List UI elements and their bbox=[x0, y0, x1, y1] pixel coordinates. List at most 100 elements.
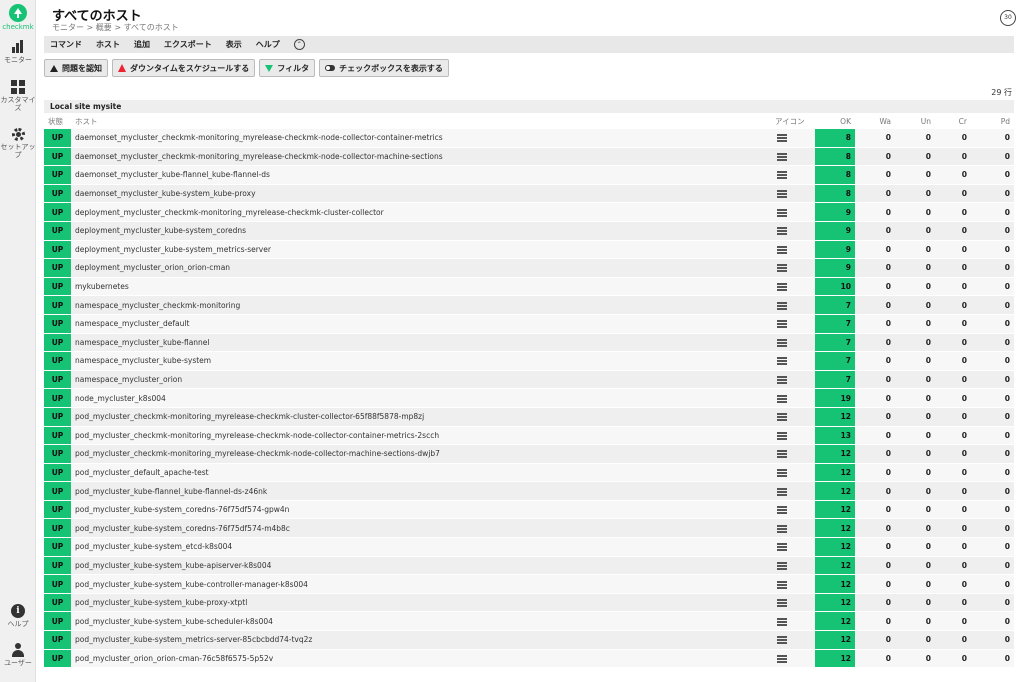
ok-count[interactable]: 13 bbox=[815, 426, 855, 446]
menu-export[interactable]: エクスポート bbox=[164, 39, 212, 50]
host-name-link[interactable]: namespace_mycluster_default bbox=[71, 314, 771, 334]
critical-count[interactable]: 0 bbox=[935, 240, 971, 260]
unknown-count[interactable]: 0 bbox=[895, 221, 935, 241]
warn-count[interactable]: 0 bbox=[855, 407, 895, 427]
ok-count[interactable]: 12 bbox=[815, 649, 855, 669]
host-name-link[interactable]: pod_mycluster_kube-system_kube-proxy-xtp… bbox=[71, 593, 771, 613]
host-name-link[interactable]: pod_mycluster_kube-system_metrics-server… bbox=[71, 631, 771, 650]
critical-count[interactable]: 0 bbox=[935, 129, 971, 148]
table-row[interactable]: UP deployment_mycluster_kube-system_cored… bbox=[44, 221, 1014, 241]
warn-count[interactable]: 0 bbox=[855, 184, 895, 204]
table-row[interactable]: UP deployment_mycluster_checkmk-monitorin… bbox=[44, 203, 1014, 222]
schedule-downtime-button[interactable]: ダウンタイムをスケジュールする bbox=[112, 59, 256, 77]
table-row[interactable]: UP pod_mycluster_kube-system_kube-schedul… bbox=[44, 612, 1014, 632]
column-header-wa[interactable]: Wa bbox=[855, 113, 895, 129]
column-header-ok[interactable]: OK bbox=[815, 113, 855, 129]
table-row[interactable]: UP mykubernetes 10 0 0 0 0 bbox=[44, 277, 1014, 297]
host-name-link[interactable]: pod_mycluster_orion_orion-cman-76c58f657… bbox=[71, 649, 771, 669]
warn-count[interactable]: 0 bbox=[855, 221, 895, 241]
hamburger-menu-icon[interactable] bbox=[777, 543, 787, 552]
unknown-count[interactable]: 0 bbox=[895, 407, 935, 427]
ok-count[interactable]: 12 bbox=[815, 631, 855, 650]
breadcrumb[interactable]: モニター > 概要 > すべてのホスト bbox=[52, 22, 179, 33]
warn-count[interactable]: 0 bbox=[855, 389, 895, 408]
host-name-link[interactable]: daemonset_mycluster_checkmk-monitoring_m… bbox=[71, 129, 771, 148]
pending-count[interactable]: 0 bbox=[971, 129, 1014, 148]
menu-commands[interactable]: コマンド bbox=[50, 39, 82, 50]
ok-count[interactable]: 12 bbox=[815, 556, 855, 576]
pending-count[interactable]: 0 bbox=[971, 426, 1014, 446]
show-checkboxes-button[interactable]: チェックボックスを表示する bbox=[319, 59, 449, 77]
ok-count[interactable]: 9 bbox=[815, 240, 855, 260]
ok-count[interactable]: 8 bbox=[815, 166, 855, 185]
unknown-count[interactable]: 0 bbox=[895, 556, 935, 576]
table-row[interactable]: UP pod_mycluster_orion_orion-cman-76c58f6… bbox=[44, 649, 1014, 669]
unknown-count[interactable]: 0 bbox=[895, 352, 935, 371]
column-header-state[interactable]: 状態 bbox=[44, 113, 71, 129]
ok-count[interactable]: 12 bbox=[815, 463, 855, 483]
host-name-link[interactable]: mykubernetes bbox=[71, 277, 771, 297]
unknown-count[interactable]: 0 bbox=[895, 612, 935, 632]
warn-count[interactable]: 0 bbox=[855, 277, 895, 297]
host-name-link[interactable]: deployment_mycluster_kube-system_metrics… bbox=[71, 240, 771, 260]
critical-count[interactable]: 0 bbox=[935, 352, 971, 371]
hamburger-menu-icon[interactable] bbox=[777, 245, 787, 254]
hamburger-menu-icon[interactable] bbox=[777, 338, 787, 347]
table-row[interactable]: UP namespace_mycluster_default 7 0 0 0 0 bbox=[44, 314, 1014, 334]
warn-count[interactable]: 0 bbox=[855, 259, 895, 278]
host-name-link[interactable]: pod_mycluster_default_apache-test bbox=[71, 463, 771, 483]
unknown-count[interactable]: 0 bbox=[895, 482, 935, 501]
host-name-link[interactable]: pod_mycluster_kube-system_coredns-76f75d… bbox=[71, 519, 771, 539]
hamburger-menu-icon[interactable] bbox=[777, 190, 787, 199]
host-name-link[interactable]: pod_mycluster_kube-system_kube-controlle… bbox=[71, 575, 771, 594]
warn-count[interactable]: 0 bbox=[855, 314, 895, 334]
critical-count[interactable]: 0 bbox=[935, 370, 971, 390]
hamburger-menu-icon[interactable] bbox=[777, 394, 787, 403]
warn-count[interactable]: 0 bbox=[855, 296, 895, 315]
table-row[interactable]: UP pod_mycluster_kube-system_metrics-serv… bbox=[44, 631, 1014, 650]
hamburger-menu-icon[interactable] bbox=[777, 487, 787, 496]
hamburger-menu-icon[interactable] bbox=[777, 264, 787, 273]
pending-count[interactable]: 0 bbox=[971, 649, 1014, 669]
sidebar-item-user[interactable]: ユーザー bbox=[0, 643, 36, 667]
unknown-count[interactable]: 0 bbox=[895, 389, 935, 408]
host-name-link[interactable]: pod_mycluster_kube-system_etcd-k8s004 bbox=[71, 538, 771, 557]
pending-count[interactable]: 0 bbox=[971, 370, 1014, 390]
host-name-link[interactable]: node_mycluster_k8s004 bbox=[71, 389, 771, 408]
warn-count[interactable]: 0 bbox=[855, 575, 895, 594]
unknown-count[interactable]: 0 bbox=[895, 333, 935, 353]
table-row[interactable]: UP daemonset_mycluster_kube-flannel_kube-… bbox=[44, 166, 1014, 185]
collapse-menu-icon[interactable]: ⌃ bbox=[293, 39, 305, 50]
unknown-count[interactable]: 0 bbox=[895, 500, 935, 520]
critical-count[interactable]: 0 bbox=[935, 426, 971, 446]
critical-count[interactable]: 0 bbox=[935, 463, 971, 483]
sidebar-item-customize[interactable]: カスタマイズ bbox=[0, 80, 36, 112]
unknown-count[interactable]: 0 bbox=[895, 593, 935, 613]
hamburger-menu-icon[interactable] bbox=[777, 208, 787, 217]
host-name-link[interactable]: pod_mycluster_kube-system_kube-scheduler… bbox=[71, 612, 771, 632]
warn-count[interactable]: 0 bbox=[855, 445, 895, 464]
table-row[interactable]: UP namespace_mycluster_kube-flannel 7 0 0 0 0 bbox=[44, 333, 1014, 353]
ok-count[interactable]: 7 bbox=[815, 314, 855, 334]
warn-count[interactable]: 0 bbox=[855, 240, 895, 260]
critical-count[interactable]: 0 bbox=[935, 612, 971, 632]
table-row[interactable]: UP pod_mycluster_kube-system_kube-control… bbox=[44, 575, 1014, 594]
unknown-count[interactable]: 0 bbox=[895, 519, 935, 539]
critical-count[interactable]: 0 bbox=[935, 147, 971, 167]
table-row[interactable]: UP daemonset_mycluster_checkmk-monitoring… bbox=[44, 129, 1014, 148]
ok-count[interactable]: 9 bbox=[815, 221, 855, 241]
ok-count[interactable]: 8 bbox=[815, 147, 855, 167]
checkmk-logo[interactable]: checkmk bbox=[0, 4, 36, 31]
reload-timer-icon[interactable]: 30 bbox=[1000, 10, 1016, 26]
host-name-link[interactable]: pod_mycluster_checkmk-monitoring_myrelea… bbox=[71, 445, 771, 464]
sidebar-item-monitor[interactable]: モニター bbox=[0, 40, 36, 64]
ok-count[interactable]: 12 bbox=[815, 445, 855, 464]
ok-count[interactable]: 7 bbox=[815, 333, 855, 353]
critical-count[interactable]: 0 bbox=[935, 166, 971, 185]
unknown-count[interactable]: 0 bbox=[895, 203, 935, 222]
hamburger-menu-icon[interactable] bbox=[777, 599, 787, 608]
ok-count[interactable]: 12 bbox=[815, 482, 855, 501]
critical-count[interactable]: 0 bbox=[935, 538, 971, 557]
column-header-cr[interactable]: Cr bbox=[935, 113, 971, 129]
pending-count[interactable]: 0 bbox=[971, 147, 1014, 167]
